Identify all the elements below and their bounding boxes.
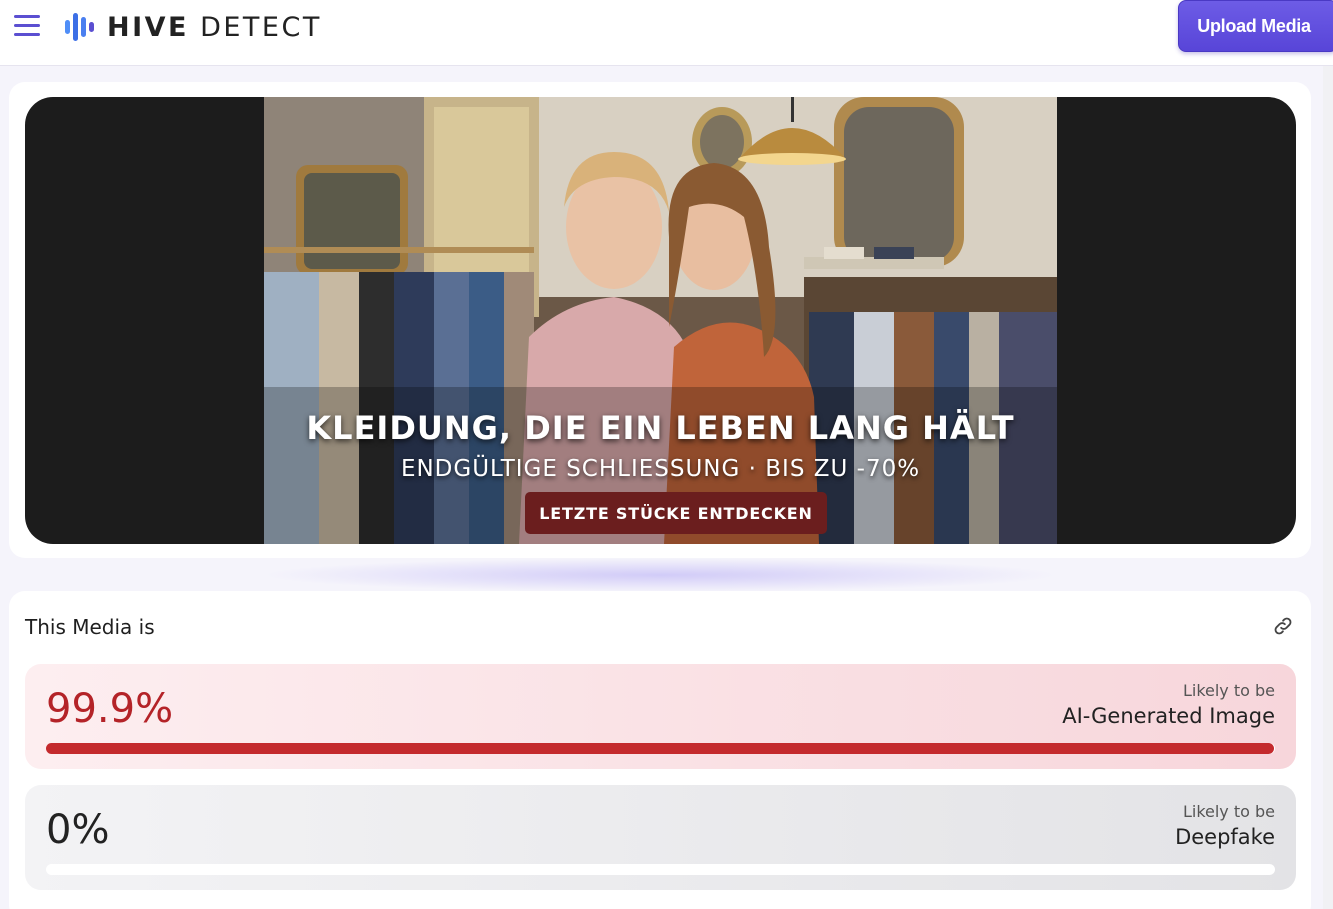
deepfake-score-row: 0% Likely to be Deepfake: [25, 785, 1296, 890]
deepfake-score-value: 0%: [46, 807, 110, 853]
media-preview-frame: KLEIDUNG, DIE EIN LEBEN LANG HÄLT ENDGÜL…: [25, 97, 1296, 544]
ai-generated-likely-label: Likely to be: [1182, 681, 1275, 700]
top-bar: HIVE DETECT Upload Media: [0, 0, 1333, 66]
upload-media-button[interactable]: Upload Media: [1178, 0, 1333, 52]
result-title: This Media is: [25, 615, 155, 639]
ai-generated-progress-track: [46, 743, 1275, 754]
ad-cta-button: LETZTE STÜCKE ENTDECKEN: [525, 492, 827, 534]
ad-subline: ENDGÜLTIGE SCHLIESSUNG · BIS ZU -70%: [400, 456, 921, 482]
brand-logo[interactable]: HIVE DETECT: [64, 10, 322, 44]
brand-name: HIVE DETECT: [107, 11, 322, 43]
detection-result-card: This Media is 99.9% Likely to be AI-Gene…: [9, 591, 1311, 909]
deepfake-class-label: Deepfake: [1175, 825, 1275, 849]
share-link-icon[interactable]: [1272, 615, 1294, 637]
decorative-glow: [260, 558, 1060, 592]
menu-icon[interactable]: [14, 15, 40, 37]
deepfake-likely-label: Likely to be: [1182, 802, 1275, 821]
uploaded-image: KLEIDUNG, DIE EIN LEBEN LANG HÄLT ENDGÜL…: [264, 97, 1057, 544]
media-preview-card: KLEIDUNG, DIE EIN LEBEN LANG HÄLT ENDGÜL…: [9, 82, 1311, 558]
ad-headline: KLEIDUNG, DIE EIN LEBEN LANG HÄLT: [306, 409, 1015, 447]
ai-generated-class-label: AI-Generated Image: [1062, 704, 1275, 728]
logo-bars-icon: [65, 13, 94, 41]
ai-generated-score-value: 99.9%: [46, 686, 174, 732]
page-scrollbar[interactable]: [1323, 66, 1333, 909]
deepfake-progress-track: [46, 864, 1275, 875]
ai-generated-score-row: 99.9% Likely to be AI-Generated Image: [25, 664, 1296, 769]
ai-generated-progress-fill: [46, 743, 1274, 754]
